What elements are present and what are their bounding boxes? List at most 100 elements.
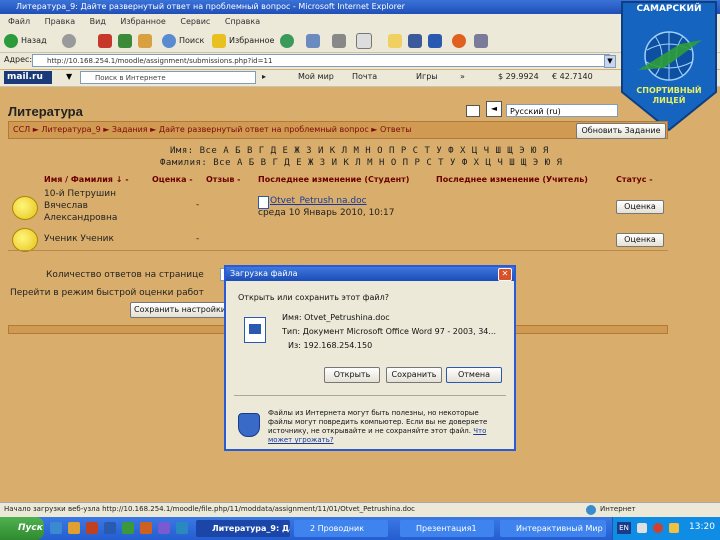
- task-explorer[interactable]: 2 Проводник: [294, 520, 388, 537]
- task-browser[interactable]: Литература_9: Да...: [196, 520, 290, 537]
- ppt-quicklaunch-icon[interactable]: [140, 522, 152, 534]
- open-button[interactable]: Открыть: [324, 367, 380, 383]
- forward-button[interactable]: [62, 33, 79, 49]
- history-button[interactable]: [280, 33, 297, 49]
- volume-icon[interactable]: [669, 523, 679, 533]
- breadcrumb-bar: ССЛ ► Литература_9 ► Задания ► Дайте раз…: [8, 121, 668, 139]
- grade-button[interactable]: Оценка: [616, 200, 664, 214]
- save-settings-button[interactable]: Сохранить настройки: [130, 302, 230, 318]
- per-page-label: Количество ответов на странице: [46, 270, 204, 280]
- student-name[interactable]: 10-й Петрушин Вячеслав Александровна: [44, 188, 144, 224]
- refresh-button[interactable]: [118, 33, 135, 49]
- grade-button[interactable]: Оценка: [616, 233, 664, 247]
- firstname-filter[interactable]: Имя: Все А Б В Г Д Е Ж З И К Л М Н О П Р…: [170, 146, 549, 156]
- dialog-title: Загрузка файла: [230, 269, 298, 278]
- word-quicklaunch-icon[interactable]: [104, 522, 116, 534]
- submission-date: среда 10 Январь 2010, 10:17: [258, 208, 395, 218]
- calc-button[interactable]: [474, 33, 491, 49]
- menu-edit[interactable]: Правка: [45, 17, 75, 26]
- word-button[interactable]: [428, 33, 445, 49]
- start-label: Пуск: [18, 523, 43, 533]
- home-button[interactable]: [138, 33, 155, 49]
- col-name[interactable]: Имя / Фамилия ↓ -: [44, 175, 129, 184]
- ie-quicklaunch-icon[interactable]: [50, 522, 62, 534]
- media-quicklaunch-icon[interactable]: [158, 522, 170, 534]
- folder-button[interactable]: [388, 33, 405, 49]
- language-select[interactable]: Русский (ru): [506, 104, 618, 117]
- lyceum-shield-icon: [621, 1, 717, 132]
- security-warning-text: Файлы из Интернета могут быть полезны, н…: [268, 409, 488, 435]
- excel-quicklaunch-icon[interactable]: [122, 522, 134, 534]
- task-presentation[interactable]: Презентация1: [400, 520, 494, 537]
- task-dictionary[interactable]: Интерактивный Мир [Р...: [500, 520, 606, 537]
- dialog-close-icon[interactable]: ✕: [498, 268, 512, 281]
- edit-page-icon[interactable]: [466, 105, 480, 117]
- language-indicator[interactable]: EN: [617, 522, 631, 534]
- link-my-world[interactable]: Мой мир: [298, 72, 334, 81]
- stop-button[interactable]: [98, 33, 115, 49]
- col-student-mod[interactable]: Последнее изменение (Студент): [258, 175, 409, 184]
- dialog-divider: [234, 395, 506, 396]
- link-mail[interactable]: Почта: [352, 72, 377, 81]
- favorites-button[interactable]: Избранное: [212, 33, 274, 49]
- search-dropdown-icon[interactable]: ▼: [66, 72, 72, 81]
- breadcrumb[interactable]: ССЛ ► Литература_9 ► Задания ► Дайте раз…: [13, 125, 412, 134]
- address-input[interactable]: http://10.168.254.1/moodle/assignment/su…: [32, 54, 610, 67]
- back-button[interactable]: Назад: [4, 33, 47, 49]
- word-icon: [428, 33, 442, 48]
- student-name[interactable]: Ученик Ученик: [44, 234, 114, 244]
- col-teacher-mod[interactable]: Последнее изменение (Учитель): [436, 175, 588, 184]
- search-button[interactable]: Поиск: [162, 33, 204, 49]
- word-doc-large-icon: [244, 317, 266, 343]
- window-title: Литература_9: Дайте развернутый ответ на…: [16, 2, 405, 11]
- menu-tools[interactable]: Сервис: [180, 17, 210, 26]
- k-button[interactable]: [408, 33, 425, 49]
- table-divider: [8, 250, 668, 251]
- antivirus-icon[interactable]: [653, 523, 663, 533]
- language-select-value: Русский (ru): [510, 107, 561, 116]
- k-icon: [408, 33, 422, 48]
- quick-grade-label[interactable]: Перейти в режим быстрой оценки работ: [10, 288, 204, 298]
- save-button[interactable]: Сохранить: [386, 367, 442, 383]
- explorer-quicklaunch-icon[interactable]: [68, 522, 80, 534]
- col-grade[interactable]: Оценка -: [152, 175, 193, 184]
- home-icon: [138, 33, 152, 48]
- collapse-arrow-icon[interactable]: ◄: [486, 101, 502, 117]
- menu-favorites[interactable]: Избранное: [120, 17, 165, 26]
- clock: 13:20: [689, 522, 715, 532]
- links-bar: mail.ru ▼ Поиск в Интернете ▸ Мой мир По…: [0, 70, 720, 87]
- links-search-go-icon[interactable]: ▸: [262, 72, 266, 81]
- menu-view[interactable]: Вид: [90, 17, 106, 26]
- mailru-logo[interactable]: mail.ru: [4, 71, 52, 84]
- file-from-value: 192.168.254.150: [303, 341, 373, 350]
- start-button[interactable]: Пуск: [0, 517, 44, 540]
- menu-file[interactable]: Файл: [8, 17, 30, 26]
- lastname-filter[interactable]: Фамилия: Все А Б В Г Д Е Ж З И К Л М Н О…: [160, 158, 562, 168]
- avatar[interactable]: [12, 228, 38, 252]
- submission-file-link[interactable]: Otvet_Petrush na.doc: [270, 196, 367, 206]
- tray-app-icon[interactable]: [637, 523, 647, 533]
- dialog-question: Открыть или сохранить этот файл?: [238, 293, 389, 302]
- edit-button[interactable]: [356, 33, 375, 49]
- avatar[interactable]: [12, 196, 38, 220]
- status-bar: Начало загрузки веб-узла http://10.168.2…: [0, 502, 720, 517]
- back-arrow-icon: [4, 33, 18, 48]
- link-games[interactable]: Игры: [416, 72, 438, 81]
- address-dropdown-icon[interactable]: ▼: [604, 55, 616, 68]
- update-assignment-button[interactable]: Обновить Задание: [576, 123, 666, 139]
- links-search-placeholder: Поиск в Интернете: [95, 74, 166, 82]
- col-review[interactable]: Отзыв -: [206, 175, 241, 184]
- mail-button[interactable]: [306, 33, 323, 49]
- at-button[interactable]: [452, 33, 469, 49]
- menu-help[interactable]: Справка: [225, 17, 260, 26]
- links-more-icon[interactable]: »: [460, 72, 465, 81]
- col-status[interactable]: Статус -: [616, 175, 653, 184]
- print-button[interactable]: [332, 33, 349, 49]
- app-quicklaunch-icon[interactable]: [86, 522, 98, 534]
- cancel-button[interactable]: Отмена: [446, 367, 502, 383]
- logo-line3: ЛИЦЕЙ: [652, 96, 686, 105]
- file-download-dialog: Загрузка файла ✕ Открыть или сохранить э…: [224, 265, 516, 451]
- desktop-quicklaunch-icon[interactable]: [176, 522, 188, 534]
- browser-toolbar: Назад Поиск Избранное: [0, 30, 720, 53]
- links-search-input[interactable]: Поиск в Интернете: [80, 71, 256, 84]
